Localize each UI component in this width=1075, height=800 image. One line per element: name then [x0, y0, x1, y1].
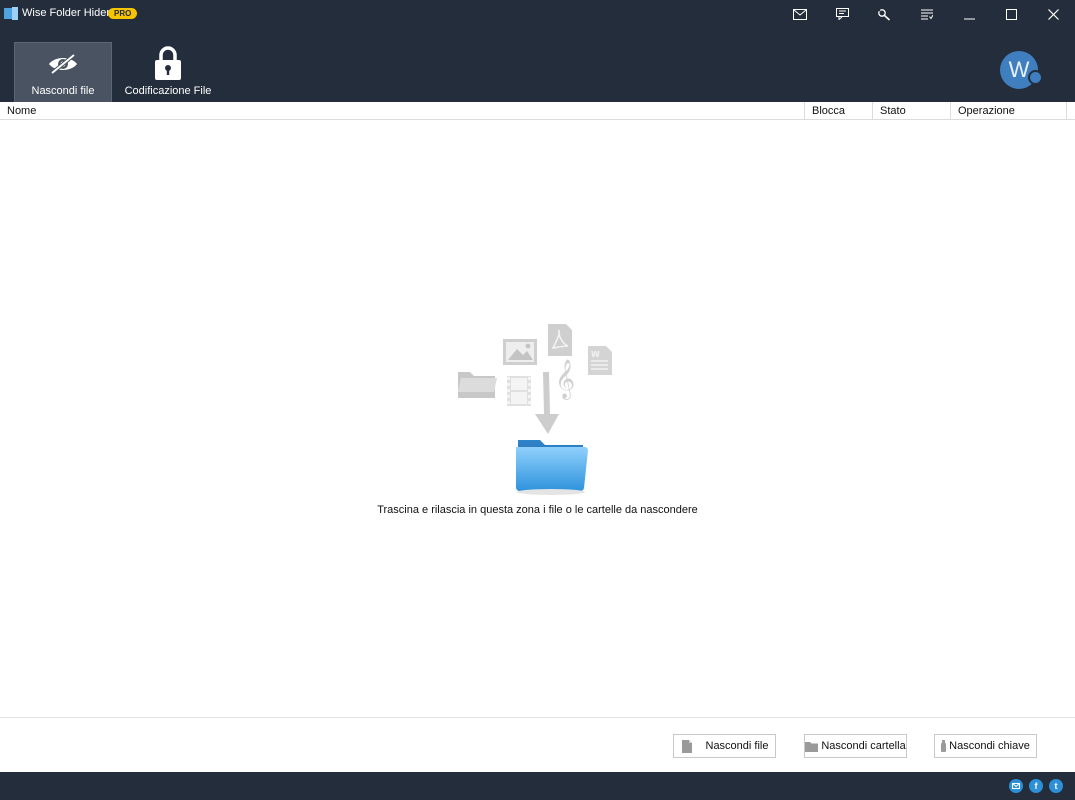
folder-small-icon — [805, 741, 819, 752]
pdf-icon — [548, 324, 572, 356]
title-bar: Wise Folder Hider PRO — [0, 0, 1075, 28]
document-icon: W — [588, 346, 612, 375]
file-list-header: Nome Blocca Stato Operazione — [0, 102, 1075, 120]
tab-hide-file[interactable]: Nascondi file — [14, 42, 112, 102]
column-operation[interactable]: Operazione — [951, 102, 1067, 120]
column-status[interactable]: Stato — [873, 102, 951, 120]
hide-usb-button[interactable]: Nascondi chiave — [934, 734, 1037, 758]
hide-folder-button[interactable]: Nascondi cartella — [804, 734, 907, 758]
blue-folder-icon — [516, 440, 588, 495]
pro-badge: PRO — [108, 8, 138, 19]
menu-icon[interactable] — [915, 4, 939, 24]
hide-folder-button-label: Nascondi cartella — [821, 740, 906, 752]
app-logo-icon — [4, 7, 18, 20]
window-title: Wise Folder Hider — [22, 7, 111, 19]
mail-social-icon[interactable] — [1009, 779, 1023, 793]
app-window: Wise Folder Hider PRO Nascondi file Codi… — [0, 0, 1075, 800]
music-note-icon: 𝄞 — [555, 359, 575, 400]
maximize-icon[interactable] — [999, 4, 1023, 24]
usb-icon — [941, 740, 947, 752]
hide-file-button-label: Nascondi file — [705, 740, 769, 752]
action-bar: Nascondi file Nascondi cartella Nascondi… — [0, 717, 1075, 772]
drop-hint-text: Trascina e rilascia in questa zona i fil… — [377, 504, 698, 516]
tab-encrypt-file[interactable]: Codificazione File — [119, 42, 217, 102]
status-bar: f t — [0, 772, 1075, 800]
main-toolbar: Nascondi file Codificazione File W — [0, 28, 1075, 102]
column-lock[interactable]: Blocca — [805, 102, 873, 120]
svg-text:𝄞: 𝄞 — [555, 359, 575, 400]
file-icon — [681, 739, 692, 753]
drop-illustration: 𝄞 W — [458, 324, 612, 495]
tab-encrypt-file-label: Codificazione File — [124, 85, 212, 97]
facebook-icon[interactable]: f — [1029, 779, 1043, 793]
tools-icon[interactable] — [872, 4, 896, 24]
hide-file-button[interactable]: Nascondi file — [673, 734, 776, 758]
hide-usb-button-label: Nascondi chiave — [949, 740, 1030, 752]
folder-icon — [458, 372, 497, 398]
close-icon[interactable] — [1041, 4, 1065, 24]
hidden-eye-icon — [49, 53, 77, 75]
film-icon — [507, 376, 531, 406]
padlock-icon — [155, 46, 181, 80]
tab-hide-file-label: Nascondi file — [31, 85, 95, 97]
feedback-icon[interactable] — [830, 4, 854, 24]
mail-icon[interactable] — [788, 4, 812, 24]
twitter-icon[interactable]: t — [1049, 779, 1063, 793]
svg-text:W: W — [591, 350, 600, 359]
avatar-status-dot — [1028, 70, 1043, 85]
image-icon — [503, 339, 537, 365]
minimize-icon[interactable] — [957, 4, 981, 24]
column-name[interactable]: Nome — [0, 102, 805, 120]
